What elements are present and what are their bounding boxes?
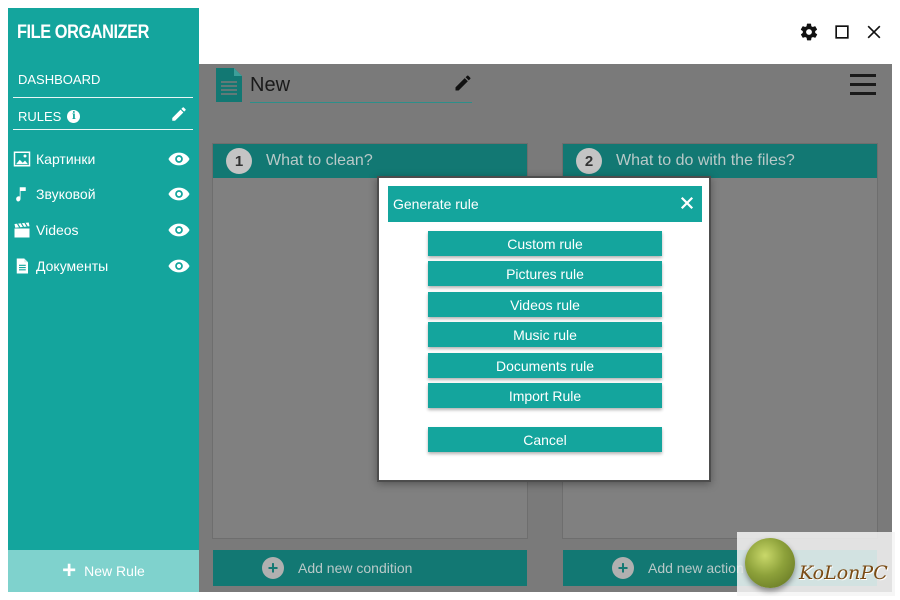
documents-rule-button[interactable]: Documents rule — [428, 353, 662, 378]
edit-rules-icon[interactable] — [170, 105, 188, 123]
document-icon — [216, 68, 242, 102]
rules-label: RULES — [18, 109, 62, 124]
sidebar-item-label: Звуковой — [36, 186, 96, 202]
menu-icon[interactable] — [850, 74, 876, 96]
plus-icon: + — [62, 557, 77, 584]
conditions-header: 1 What to clean? — [213, 144, 527, 178]
new-rule-label: New Rule — [84, 563, 145, 579]
dialog-title: Generate rule — [393, 196, 479, 212]
generate-rule-dialog: Generate rule Custom rule Pictures rule … — [377, 176, 711, 482]
divider — [13, 129, 193, 130]
import-rule-button[interactable]: Import Rule — [428, 383, 662, 408]
plus-circle-icon: + — [262, 557, 284, 579]
conditions-title: What to clean? — [266, 152, 373, 169]
sidebar-item-audio[interactable]: Звуковой — [13, 182, 195, 206]
music-note-icon — [13, 185, 31, 203]
sidebar-item-pictures[interactable]: Картинки — [13, 147, 195, 171]
info-icon[interactable]: i — [67, 110, 81, 123]
actions-header: 2 What to do with the files? — [563, 144, 877, 178]
close-icon[interactable] — [678, 194, 696, 212]
title-bar — [199, 8, 892, 64]
videos-rule-button[interactable]: Videos rule — [428, 292, 662, 317]
nav-rules[interactable]: RULES i — [18, 109, 81, 124]
pictures-rule-button[interactable]: Pictures rule — [428, 261, 662, 286]
sidebar-item-label: Картинки — [36, 151, 96, 167]
rule-header: New — [199, 64, 892, 114]
custom-rule-button[interactable]: Custom rule — [428, 231, 662, 256]
eye-icon[interactable] — [168, 257, 190, 275]
eye-icon[interactable] — [168, 150, 190, 168]
sidebar-item-label: Документы — [36, 258, 109, 274]
gear-icon[interactable] — [799, 22, 819, 42]
nav-dashboard[interactable]: DASHBOARD — [18, 72, 100, 87]
app-title: FILE ORGANIZER — [17, 22, 149, 43]
dialog-header: Generate rule — [388, 186, 702, 222]
add-condition-button[interactable]: + Add new condition — [213, 550, 527, 586]
watermark: KoLonPC — [737, 532, 895, 596]
maximize-icon[interactable] — [832, 22, 852, 42]
eye-icon[interactable] — [168, 221, 190, 239]
sidebar-item-videos[interactable]: Videos — [13, 218, 195, 242]
actions-title: What to do with the files? — [616, 152, 795, 169]
clapperboard-icon — [13, 221, 31, 239]
cancel-button[interactable]: Cancel — [428, 427, 662, 452]
sidebar: FILE ORGANIZER DASHBOARD RULES i Картинк… — [8, 8, 199, 592]
add-condition-label: Add new condition — [298, 560, 413, 576]
divider — [13, 97, 193, 98]
sidebar-item-documents[interactable]: Документы — [13, 254, 195, 278]
image-icon — [13, 150, 31, 168]
edit-name-icon[interactable] — [453, 73, 473, 93]
step-badge: 2 — [576, 148, 602, 174]
close-icon[interactable] — [864, 22, 884, 42]
watermark-text: KoLonPC — [799, 562, 888, 584]
eye-icon[interactable] — [168, 185, 190, 203]
music-rule-button[interactable]: Music rule — [428, 322, 662, 347]
watermark-logo — [745, 538, 795, 588]
sidebar-item-label: Videos — [36, 222, 79, 238]
add-action-label: Add new action — [648, 560, 744, 576]
step-badge: 1 — [226, 148, 252, 174]
rule-name-field[interactable]: New — [250, 71, 472, 103]
document-icon — [13, 257, 31, 275]
new-rule-button[interactable]: + New Rule — [8, 550, 199, 592]
plus-circle-icon: + — [612, 557, 634, 579]
